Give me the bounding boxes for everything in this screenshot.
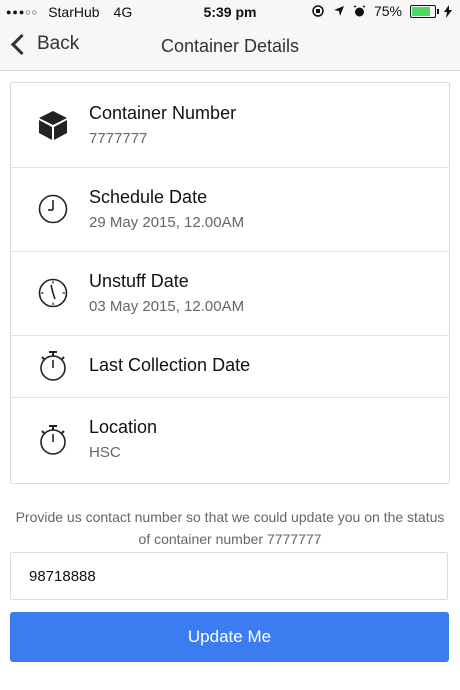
detail-title: Unstuff Date bbox=[89, 271, 189, 291]
alarm-icon bbox=[353, 4, 366, 16]
container-details-card: Container Number 7777777 Schedule Date 2… bbox=[10, 82, 450, 484]
contact-prompt: Provide us contact number so that we cou… bbox=[15, 509, 445, 547]
battery-percent: 75% bbox=[373, 3, 402, 19]
charging-bolt-icon bbox=[444, 4, 452, 18]
navigation-bar: Back Container Details bbox=[0, 24, 460, 71]
detail-title: Container Number bbox=[89, 103, 237, 123]
detail-value: HSC bbox=[89, 444, 121, 461]
stopwatch-icon bbox=[40, 425, 66, 455]
stopwatch-icon bbox=[40, 351, 66, 381]
detail-row-unstuff-date: Unstuff Date 03 May 2015, 12.00AM bbox=[11, 251, 449, 336]
clock-icon bbox=[38, 278, 68, 308]
detail-value: 29 May 2015, 12.00AM bbox=[89, 214, 245, 231]
box-icon bbox=[39, 111, 67, 140]
status-bar: ●●●○○ StarHub 4G 5:39 pm 75% bbox=[0, 0, 460, 24]
orientation-lock-icon bbox=[312, 5, 324, 17]
phone-number-input[interactable] bbox=[10, 552, 448, 600]
detail-value: 7777777 bbox=[89, 130, 148, 147]
status-right: 75% bbox=[311, 3, 452, 19]
detail-row-location: Location HSC bbox=[11, 397, 449, 483]
detail-row-container-number: Container Number 7777777 bbox=[11, 83, 449, 168]
clock-icon bbox=[38, 194, 68, 224]
detail-row-schedule-date: Schedule Date 29 May 2015, 12.00AM bbox=[11, 167, 449, 252]
detail-title: Schedule Date bbox=[89, 187, 208, 207]
detail-title: Last Collection Date bbox=[89, 355, 251, 375]
update-me-button[interactable]: Update Me bbox=[10, 612, 449, 662]
detail-value: 03 May 2015, 12.00AM bbox=[89, 298, 245, 315]
battery-level bbox=[412, 6, 430, 16]
detail-title: Location bbox=[89, 417, 158, 437]
detail-row-last-collection-date: Last Collection Date bbox=[11, 335, 449, 398]
location-arrow-icon bbox=[333, 6, 344, 16]
page-title: Container Details bbox=[160, 36, 300, 56]
battery-icon bbox=[410, 4, 439, 18]
